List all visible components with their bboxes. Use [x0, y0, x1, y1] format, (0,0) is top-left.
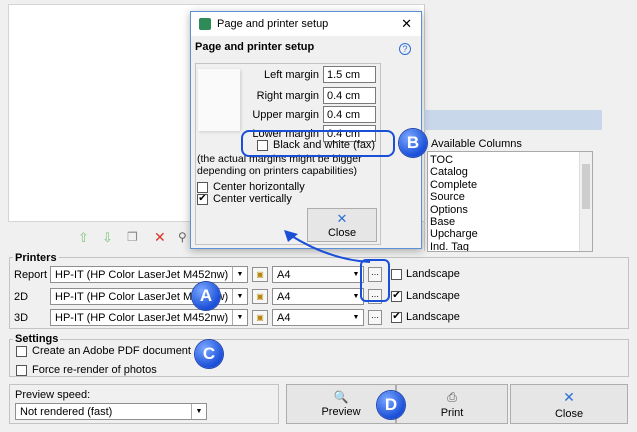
link-icon[interactable]: ⚲ — [178, 230, 187, 244]
column-list-item[interactable]: Catalog — [428, 166, 592, 178]
chevron-down-icon[interactable]: ▼ — [232, 267, 247, 282]
paper-select-value: A4 — [277, 311, 291, 324]
printer-settings-button[interactable]: ▣ — [252, 267, 268, 282]
landscape-checkbox[interactable]: Landscape — [391, 268, 460, 280]
center-h-checkbox[interactable]: Center horizontally — [197, 181, 305, 193]
margin-input-value: 0.4 cm — [327, 89, 361, 102]
printer-select-value: HP-IT (HP Color LaserJet M452nw) — [55, 311, 229, 324]
printer-row-label: Report — [14, 269, 48, 281]
available-columns-list[interactable]: TOC Catalog Complete Source Options Base Upcha… — [427, 151, 593, 252]
margin-label: Upper margin — [252, 109, 319, 121]
chevron-down-icon[interactable]: ▼ — [232, 289, 247, 304]
move-down-icon[interactable]: ⇩ — [102, 230, 113, 246]
paper-select[interactable]: A4 ▼ — [272, 288, 364, 305]
column-list-item[interactable]: Complete — [428, 179, 592, 191]
margin-input-value: 0.4 cm — [327, 108, 361, 121]
printer-icon: ⎙ — [447, 389, 457, 404]
pdf-checkbox[interactable]: Create an Adobe PDF document — [16, 345, 191, 357]
page-setup-button[interactable]: ⋯ — [368, 310, 382, 325]
paper-select-value: A4 — [277, 290, 291, 303]
move-up-icon[interactable]: ⇧ — [78, 230, 89, 246]
rerender-checkbox-box[interactable] — [16, 364, 27, 376]
chevron-down-icon[interactable]: ▼ — [232, 310, 247, 325]
print-button-label: Print — [440, 406, 464, 419]
close-icon: ✕ — [563, 388, 575, 405]
rerender-checkbox[interactable]: Force re-render of photos — [16, 364, 157, 376]
landscape-checkbox[interactable]: ✔ Landscape — [391, 311, 460, 323]
app-logo-icon — [199, 18, 211, 30]
landscape-label: Landscape — [406, 311, 460, 323]
printer-settings-button[interactable]: ▣ — [252, 289, 268, 304]
bw-highlight — [241, 130, 395, 157]
dialog-close-icon[interactable]: ✕ — [401, 16, 412, 32]
paper-select-value: A4 — [277, 268, 291, 281]
printers-title: Printers — [13, 252, 59, 264]
badge-c: C — [195, 340, 223, 368]
settings-title: Settings — [13, 333, 61, 345]
landscape-checkbox-box[interactable] — [391, 268, 402, 280]
landscape-checkbox-box[interactable]: ✔ — [391, 290, 402, 302]
column-list-item[interactable]: Upcharge — [428, 228, 592, 240]
column-list-item[interactable]: Options — [428, 204, 592, 216]
margin-label: Left margin — [263, 69, 319, 81]
center-v-checkbox[interactable]: ✔ Center vertically — [197, 193, 292, 205]
list-scrollbar[interactable] — [579, 152, 592, 251]
landscape-label: Landscape — [406, 290, 460, 302]
printer-row-label: 2D — [14, 291, 29, 303]
margin-input[interactable]: 0.4 cm — [323, 87, 376, 104]
page-thumbnail — [198, 69, 240, 131]
callout-arrow — [284, 230, 371, 263]
rerender-checkbox-label: Force re-render of photos — [32, 364, 157, 376]
help-icon[interactable]: ? — [399, 43, 411, 55]
chevron-down-icon[interactable]: ▼ — [349, 310, 363, 325]
preview-speed-select[interactable]: Not rendered (fast) ▼ — [15, 403, 207, 420]
preview-speed-value: Not rendered (fast) — [20, 405, 113, 418]
dialog-titlebar: Page and printer setup ✕ — [191, 12, 421, 36]
badge-a: A — [192, 282, 220, 310]
badge-b: B — [399, 129, 427, 157]
delete-icon[interactable]: ✕ — [154, 229, 166, 246]
landscape-checkbox-box[interactable]: ✔ — [391, 311, 402, 323]
center-h-checkbox-box[interactable] — [197, 181, 208, 193]
printer-select[interactable]: HP-IT (HP Color LaserJet M452nw) ▼ — [50, 309, 248, 326]
copy-icon[interactable]: ❐ — [127, 230, 138, 244]
printer-row-label: 3D — [14, 312, 29, 324]
center-h-label: Center horizontally — [213, 181, 305, 193]
margin-input[interactable]: 0.4 cm — [323, 106, 376, 123]
selection-bar — [424, 110, 602, 130]
preview-speed-label: Preview speed: — [15, 389, 91, 401]
dialog-title: Page and printer setup — [217, 18, 329, 30]
printer-select-value: HP-IT (HP Color LaserJet M452nw) — [55, 268, 229, 281]
preview-button-label: Preview — [321, 406, 361, 418]
badge-d: D — [377, 391, 405, 419]
center-v-label: Center vertically — [213, 193, 292, 205]
printer-select[interactable]: HP-IT (HP Color LaserJet M452nw) ▼ — [50, 266, 248, 283]
available-columns-header: Available Columns — [431, 138, 522, 150]
landscape-label: Landscape — [406, 268, 460, 280]
preview-doc-icon: 🔍 — [333, 390, 349, 404]
print-button[interactable]: ⎙ Print — [396, 384, 508, 424]
margin-label: Right margin — [256, 90, 319, 102]
close-main-button[interactable]: ✕ Close — [510, 384, 628, 424]
margin-input-value: 1.5 cm — [327, 68, 361, 81]
paper-select[interactable]: A4 ▼ — [272, 309, 364, 326]
landscape-checkbox[interactable]: ✔ Landscape — [391, 290, 460, 302]
center-v-checkbox-box[interactable]: ✔ — [197, 193, 208, 205]
pdf-checkbox-box[interactable] — [16, 345, 27, 357]
column-list-item[interactable]: TOC — [428, 154, 592, 166]
pdf-checkbox-label: Create an Adobe PDF document — [32, 345, 191, 357]
margin-input[interactable]: 1.5 cm — [323, 66, 376, 83]
close-main-button-label: Close — [554, 407, 584, 420]
dialog-heading: Page and printer setup — [195, 41, 315, 53]
column-list-item[interactable]: Base — [428, 216, 592, 228]
column-list-item[interactable]: Source — [428, 191, 592, 203]
chevron-down-icon[interactable]: ▼ — [191, 404, 206, 419]
printer-settings-button[interactable]: ▣ — [252, 310, 268, 325]
column-list-item[interactable]: Ind. Tag — [428, 241, 592, 251]
